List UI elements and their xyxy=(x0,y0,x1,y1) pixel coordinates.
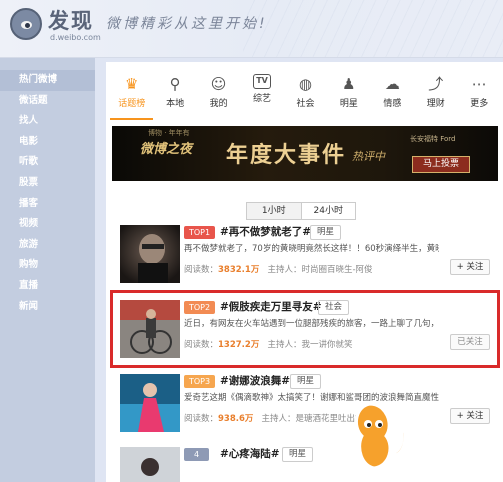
chart-icon: ⤴ xyxy=(428,75,444,93)
topic-row: TOP1 #再不做梦就老了# 明星 再不做梦就老了，70岁的黄晓明竟然长这样！！… xyxy=(112,225,498,295)
sidebar-item-find-people[interactable]: 找人 xyxy=(0,111,95,132)
topic-thumbnail[interactable] xyxy=(120,225,180,283)
main-content: ♛ 话题榜 ⚲ 本地 ☺ 我的 TV 综艺 ◍ 社会 ♟ 明星 ☁ 情感 ⤴ 理 xyxy=(106,62,503,482)
category-label: 话题榜 xyxy=(118,99,146,109)
sidebar-item-music[interactable]: 听歌 xyxy=(0,152,95,173)
category-bar: ♛ 话题榜 ⚲ 本地 ☺ 我的 TV 综艺 ◍ 社会 ♟ 明星 ☁ 情感 ⤴ 理 xyxy=(110,66,501,120)
topic-tag[interactable]: 明星 xyxy=(282,447,314,462)
sidebar-item-movies[interactable]: 电影 xyxy=(0,132,95,153)
follow-button[interactable]: + 关注 xyxy=(450,259,490,275)
rank-badge: TOP1 xyxy=(184,226,216,239)
time-range-tabs: 1小时 24小时 xyxy=(246,202,356,220)
globe-icon: ◍ xyxy=(298,75,313,93)
topic-thumbnail[interactable] xyxy=(120,374,180,432)
topic-title[interactable]: #心疼海陆# xyxy=(220,447,280,462)
sidebar-item-travel[interactable]: 旅游 xyxy=(0,235,95,256)
topic-tag[interactable]: 明星 xyxy=(290,374,322,389)
category-label: 本地 xyxy=(166,99,185,109)
category-mine[interactable]: ☺ 我的 xyxy=(197,66,240,120)
sidebar-item-topics[interactable]: 微话题 xyxy=(0,91,95,112)
sidebar-item-video[interactable]: 视频 xyxy=(0,214,95,235)
tab-1-hour[interactable]: 1小时 xyxy=(247,203,301,219)
sidebar-item-live[interactable]: 直播 xyxy=(0,276,95,297)
vote-now-button[interactable]: 马上投票 xyxy=(412,156,470,173)
rank-badge: TOP3 xyxy=(184,375,216,388)
sidebar: 热门微博 微话题 找人 电影 听歌 股票 播客 视频 旅游 购物 直播 新闻 xyxy=(0,58,95,482)
header-slogan: 微博精彩从这里开始! xyxy=(106,16,268,32)
banner-side-text: 热评中 xyxy=(352,150,385,163)
sidebar-item-stocks[interactable]: 股票 xyxy=(0,173,95,194)
category-label: 明星 xyxy=(339,99,358,109)
sidebar-item-news[interactable]: 新闻 xyxy=(0,297,95,318)
category-label: 综艺 xyxy=(253,94,272,104)
category-variety[interactable]: TV 综艺 xyxy=(240,66,283,120)
category-society[interactable]: ◍ 社会 xyxy=(284,66,327,120)
banner-left-text: 微博之夜 xyxy=(140,142,193,157)
banner-main-text: 年度大事件 xyxy=(226,143,347,168)
host-label: 主持人： xyxy=(267,265,302,275)
category-topic-ranking[interactable]: ♛ 话题榜 xyxy=(110,66,154,120)
category-label: 理财 xyxy=(426,99,445,109)
sidebar-item-podcast[interactable]: 播客 xyxy=(0,194,95,215)
follow-button[interactable]: + 关注 xyxy=(450,408,490,424)
reads-count: 3832.1万 xyxy=(218,265,260,275)
cloud-heart-icon: ☁ xyxy=(384,75,400,93)
topic-description: 再不做梦就老了，70岁的黄晓明竟然长这样！！60秒演绎半生，黄晓明用7... xyxy=(184,244,439,254)
weibo-logo-icon[interactable] xyxy=(10,8,42,40)
category-label: 我的 xyxy=(209,99,228,109)
sidebar-item-shopping[interactable]: 购物 xyxy=(0,255,95,276)
person-icon: ☺ xyxy=(210,75,227,93)
category-local[interactable]: ⚲ 本地 xyxy=(153,66,196,120)
topic-description: 爱奇艺这期《偶滴歌神》太搞笑了！谢娜和鲨哥团的波浪舞简直魔性 xyxy=(184,393,439,403)
category-emotion[interactable]: ☁ 情感 xyxy=(371,66,414,120)
category-label: 社会 xyxy=(296,99,315,109)
promo-banner[interactable]: 博物 · 年年有 微博之夜 年度大事件 热评中 长安福特 Ford 马上投票 xyxy=(112,126,498,181)
logo-title[interactable]: 发现 xyxy=(48,5,94,35)
trophy-icon: ♛ xyxy=(124,75,139,93)
category-finance[interactable]: ⤴ 理财 xyxy=(414,66,457,120)
host-label: 主持人： xyxy=(261,414,296,424)
location-pin-icon: ⚲ xyxy=(169,75,181,93)
watermark-text: 九游 xyxy=(394,430,443,459)
tab-24-hours[interactable]: 24小时 xyxy=(300,203,355,219)
topic-title[interactable]: #再不做梦就老了# xyxy=(220,225,311,240)
topic-thumbnail[interactable] xyxy=(120,447,180,482)
reads-count: 938.6万 xyxy=(218,414,254,424)
category-label: 情感 xyxy=(383,99,402,109)
highlight-frame xyxy=(110,290,500,368)
jiuyou-watermark-logo xyxy=(348,396,398,476)
reads-label: 阅读数： xyxy=(184,414,219,424)
star-person-icon: ♟ xyxy=(342,75,356,93)
sidebar-item-hot-weibo[interactable]: 热门微博 xyxy=(0,70,95,91)
more-icon: ⋯ xyxy=(471,75,487,93)
category-label: 更多 xyxy=(470,99,489,109)
topic-title[interactable]: #谢娜波浪舞# xyxy=(220,374,290,389)
topic-tag[interactable]: 明星 xyxy=(310,225,342,240)
reads-label: 阅读数： xyxy=(184,265,219,275)
host-name[interactable]: 时尚圈百晓生-阿俊 xyxy=(301,265,372,275)
category-more[interactable]: ⋯ 更多 xyxy=(458,66,501,120)
category-stars[interactable]: ♟ 明星 xyxy=(327,66,370,120)
logo-subtitle: d.weibo.com xyxy=(50,33,101,42)
header-decoration xyxy=(243,0,503,57)
topic-meta: 阅读数：3832.1万 主持人：时尚圈百晓生-阿俊 xyxy=(184,264,373,276)
banner-brand: 长安福特 Ford xyxy=(410,135,456,143)
banner-top-text: 博物 · 年年有 xyxy=(148,129,190,137)
rank-badge: 4 xyxy=(184,448,210,461)
tv-icon: TV xyxy=(253,74,272,89)
page-header: 发现 d.weibo.com 微博精彩从这里开始! xyxy=(0,0,503,58)
